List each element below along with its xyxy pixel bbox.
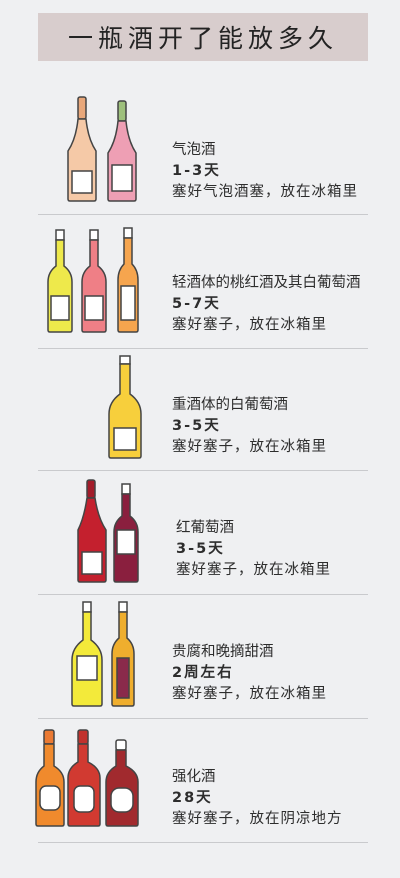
title-banner: 一瓶酒开了能放多久 xyxy=(38,13,368,61)
entry-6-text: 强化酒 28天 塞好塞子，放在阴凉地方 xyxy=(172,767,343,830)
storage-advice: 塞好塞子，放在冰箱里 xyxy=(172,317,327,333)
entry-1-text: 气泡酒 1-3天 塞好气泡酒塞，放在冰箱里 xyxy=(172,140,358,203)
entry-5-text: 贵腐和晚摘甜酒 2周左右 塞好塞子，放在冰箱里 xyxy=(172,642,327,705)
storage-duration: 5-7天 xyxy=(172,296,221,312)
entry-4-text: 红葡萄酒 3-5天 塞好塞子，放在冰箱里 xyxy=(176,518,331,581)
wine-type: 贵腐和晚摘甜酒 xyxy=(172,644,274,660)
storage-duration: 3-5天 xyxy=(176,541,225,557)
row-divider xyxy=(38,842,368,843)
row-divider xyxy=(38,718,368,719)
wine-type: 红葡萄酒 xyxy=(176,520,234,536)
red-fortified-bottle-icon xyxy=(67,729,101,827)
row-divider xyxy=(38,470,368,471)
bottles-group-light xyxy=(47,227,139,333)
yellow-sweet-wine-bottle-icon xyxy=(71,601,103,707)
storage-advice: 塞好塞子，放在冰箱里 xyxy=(172,686,327,702)
row-divider xyxy=(38,594,368,595)
bottles-group-red xyxy=(77,479,139,583)
storage-duration: 1-3天 xyxy=(172,163,221,179)
entry-3-text: 重酒体的白葡萄酒 3-5天 塞好塞子，放在冰箱里 xyxy=(172,395,327,458)
orange-wine-bottle-icon xyxy=(117,227,139,333)
sparkling-pink-bottle-icon xyxy=(107,100,137,202)
orange-fortified-bottle-icon xyxy=(35,729,65,827)
storage-advice: 塞好气泡酒塞，放在冰箱里 xyxy=(172,184,358,200)
wine-type: 气泡酒 xyxy=(172,142,216,158)
amber-sweet-wine-bottle-icon xyxy=(111,601,135,707)
wine-type: 强化酒 xyxy=(172,769,216,785)
pink-wine-bottle-icon xyxy=(81,229,107,333)
sparkling-rose-bottle-icon xyxy=(67,96,97,202)
row-divider xyxy=(38,348,368,349)
red-wine-bottle-icon xyxy=(77,479,107,583)
brown-fortified-bottle-icon xyxy=(105,739,139,827)
storage-advice: 塞好塞子，放在阴凉地方 xyxy=(172,811,343,827)
storage-advice: 塞好塞子，放在冰箱里 xyxy=(176,562,331,578)
page-title: 一瓶酒开了能放多久 xyxy=(67,24,338,53)
storage-duration: 3-5天 xyxy=(172,418,221,434)
wine-type: 重酒体的白葡萄酒 xyxy=(172,397,288,413)
purple-wine-bottle-icon xyxy=(113,483,139,583)
bottles-group-sparkling xyxy=(67,96,137,202)
wine-type: 轻酒体的桃红酒及其白葡萄酒 xyxy=(172,275,361,291)
storage-duration: 28天 xyxy=(172,790,213,806)
gold-wine-bottle-icon xyxy=(108,355,142,459)
bottles-group-fortified xyxy=(35,729,139,827)
bottles-group-heavy-white xyxy=(108,355,142,459)
storage-advice: 塞好塞子，放在冰箱里 xyxy=(172,439,327,455)
bottles-group-sweet xyxy=(71,601,135,707)
row-divider xyxy=(38,214,368,215)
yellow-wine-bottle-icon xyxy=(47,229,73,333)
entry-2-text: 轻酒体的桃红酒及其白葡萄酒 5-7天 塞好塞子，放在冰箱里 xyxy=(172,273,361,336)
storage-duration: 2周左右 xyxy=(172,665,234,681)
